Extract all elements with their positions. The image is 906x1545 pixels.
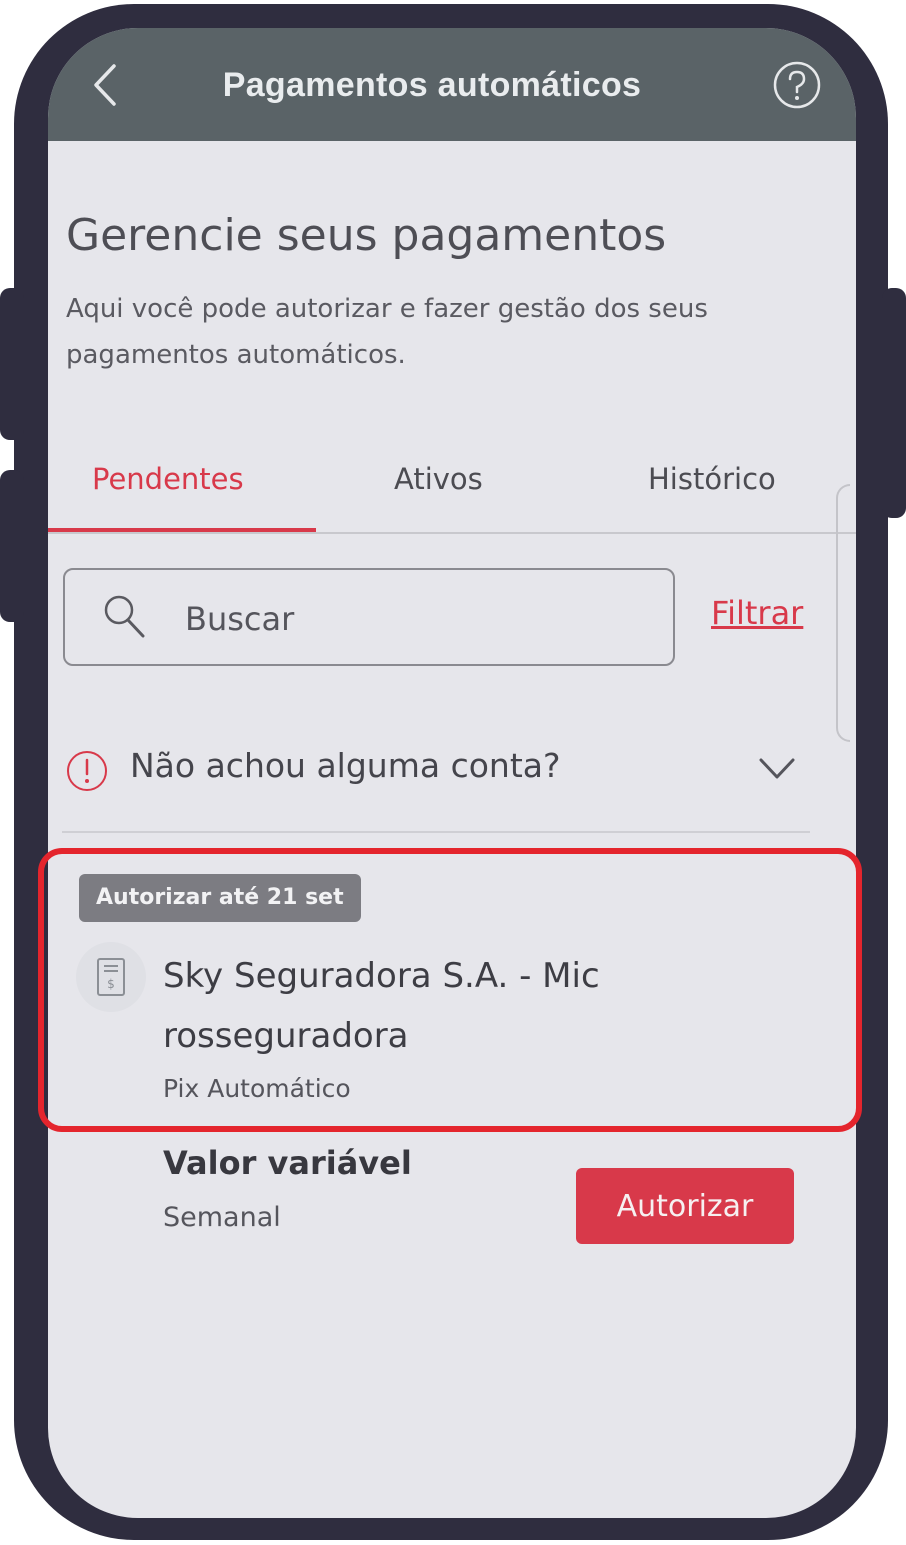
app-header: Pagamentos automáticos xyxy=(48,28,856,141)
search-icon xyxy=(104,595,145,638)
phone-side-button xyxy=(0,288,24,440)
phone-screen: Pagamentos automáticos Gerencie seus pag… xyxy=(48,28,856,1518)
payment-frequency: Semanal xyxy=(163,1202,281,1233)
tab-ativos[interactable]: Ativos xyxy=(394,462,483,496)
filter-link[interactable]: Filtrar xyxy=(711,594,803,632)
scrollbar[interactable] xyxy=(836,484,850,742)
search-input[interactable] xyxy=(183,590,647,648)
missing-account-toggle[interactable]: Não achou alguma conta? xyxy=(130,746,561,785)
page-title: Pagamentos automáticos xyxy=(222,66,642,104)
phone-side-button xyxy=(0,470,24,622)
help-circle-icon[interactable] xyxy=(772,60,822,110)
phone-side-button xyxy=(882,288,906,518)
active-tab-indicator xyxy=(48,528,316,532)
tab-historico[interactable]: Histórico xyxy=(648,462,776,496)
search-box[interactable] xyxy=(63,568,675,666)
section-heading: Gerencie seus pagamentos xyxy=(66,210,667,261)
highlight-box xyxy=(38,848,862,1132)
tab-bar: Pendentes Ativos Histórico xyxy=(48,458,856,534)
info-circle-icon xyxy=(67,751,107,791)
tab-pendentes[interactable]: Pendentes xyxy=(92,462,244,496)
authorize-button[interactable]: Autorizar xyxy=(576,1168,794,1244)
amount-label: Valor variável xyxy=(163,1144,412,1182)
divider xyxy=(62,831,810,833)
section-description: Aqui você pode autorizar e fazer gestão … xyxy=(66,294,708,370)
chevron-down-icon[interactable] xyxy=(758,756,796,782)
